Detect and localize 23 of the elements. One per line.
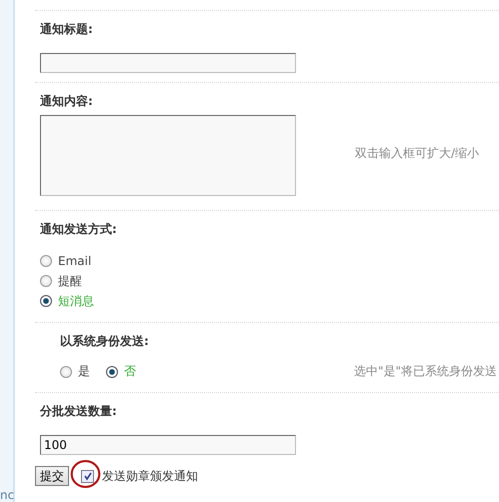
checkbox-label: 发送勋章颁发通知 [102, 468, 198, 484]
field-label: 以系统身份发送: [60, 333, 150, 350]
input-field[interactable] [40, 53, 296, 73]
option-label: 提醒 [58, 272, 82, 290]
field-label: 通知内容: [40, 93, 94, 110]
field-label: 通知标题: [40, 21, 94, 38]
radio-button[interactable] [40, 255, 52, 267]
radio-button[interactable] [40, 295, 52, 307]
option-label: 否 [124, 363, 136, 380]
hint-text: 双击输入框可扩大/缩小 [355, 145, 480, 162]
option-label: 是 [78, 363, 90, 380]
option-label: 短消息 [58, 292, 94, 310]
sidebar-text: nc [0, 488, 14, 502]
radio-button[interactable] [60, 366, 72, 378]
radio-button[interactable] [106, 366, 118, 378]
field-label: 通知发送方式: [40, 221, 118, 238]
submit-button[interactable]: 提交 [35, 466, 69, 486]
radio-button[interactable] [40, 275, 52, 287]
hint-text: 选中"是"将已系统身份发送 [354, 363, 497, 380]
checkbox[interactable] [81, 470, 94, 482]
option-label: Email [58, 254, 92, 268]
field-label: 分批发送数量: [40, 403, 118, 420]
input-field[interactable]: 100 [40, 435, 296, 455]
